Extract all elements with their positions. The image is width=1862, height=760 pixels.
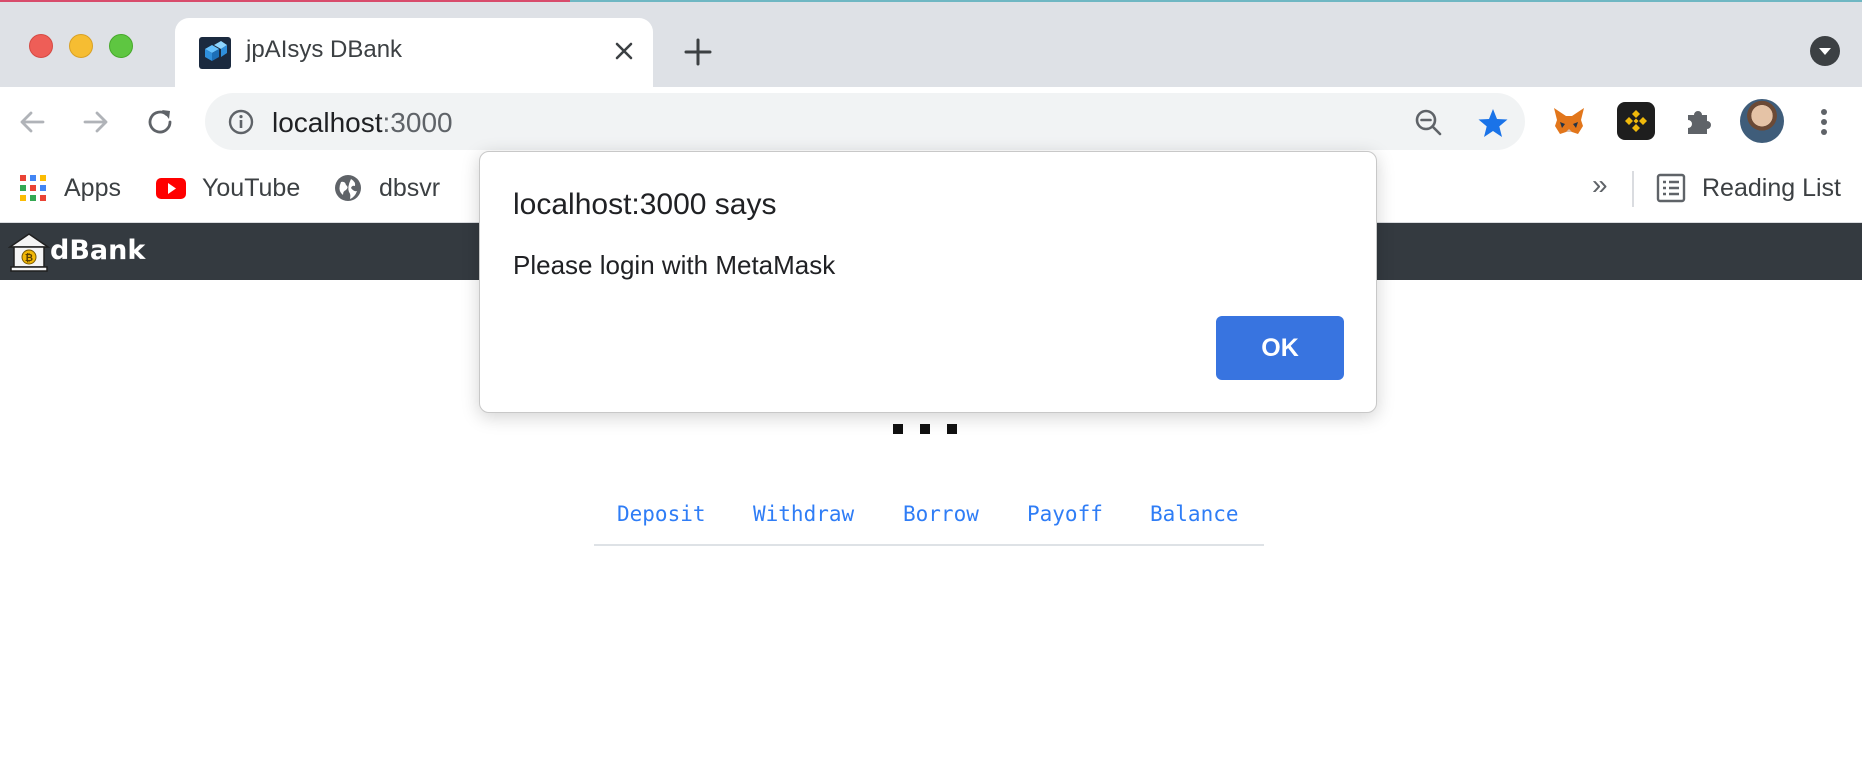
bookmark-label: YouTube — [202, 173, 301, 202]
chevron-down-icon — [1819, 48, 1831, 55]
bookmark-youtube[interactable]: YouTube — [156, 171, 300, 205]
bookmarks-overflow-button[interactable]: » — [1592, 169, 1608, 201]
address-bar[interactable]: localhost:3000 — [205, 93, 1525, 150]
kebab-menu-icon[interactable] — [1812, 103, 1836, 141]
metamask-fox-icon[interactable] — [1550, 102, 1588, 140]
puzzle-extensions-icon[interactable] — [1680, 102, 1718, 140]
dialog-title: localhost:3000 says — [513, 188, 777, 221]
svg-text:₿: ₿ — [25, 252, 33, 264]
tab-borrow[interactable]: Borrow — [903, 502, 979, 526]
tab-payoff[interactable]: Payoff — [1027, 502, 1103, 526]
window-close-button[interactable] — [29, 34, 53, 58]
url-port: :3000 — [382, 107, 453, 138]
back-arrow-icon[interactable] — [13, 103, 51, 141]
bank-logo-icon: ₿ — [8, 233, 50, 272]
reading-list-label: Reading List — [1702, 173, 1841, 202]
action-tabs: Deposit Withdraw Borrow Payoff Balance — [594, 494, 1264, 546]
url-host: localhost — [272, 107, 383, 138]
window-maximize-button[interactable] — [109, 34, 133, 58]
bookmarks-divider — [1632, 171, 1634, 207]
zoom-out-icon[interactable] — [1412, 106, 1446, 140]
profile-avatar[interactable] — [1740, 99, 1784, 143]
ok-button[interactable]: OK — [1216, 316, 1344, 380]
tab-balance[interactable]: Balance — [1150, 502, 1239, 526]
cube-logo-icon — [199, 37, 231, 69]
close-tab-icon[interactable] — [608, 35, 640, 67]
bookmark-apps[interactable]: Apps — [18, 171, 121, 205]
dialog-message: Please login with MetaMask — [513, 250, 836, 280]
tab-search-button[interactable] — [1810, 36, 1840, 66]
tab-deposit[interactable]: Deposit — [617, 502, 706, 526]
brand-name[interactable]: dBank — [50, 235, 145, 266]
tab-withdraw[interactable]: Withdraw — [753, 502, 854, 526]
browser-toolbar: localhost:3000 — [0, 87, 1862, 157]
apps-grid-icon — [20, 175, 46, 201]
url-text[interactable]: localhost:3000 — [272, 107, 453, 139]
globe-icon — [335, 175, 361, 201]
bookmark-star-icon[interactable] — [1475, 105, 1511, 141]
bookmark-label: Apps — [64, 173, 121, 202]
bookmark-label: dbsvr — [379, 173, 441, 202]
loading-dots — [893, 424, 957, 434]
window-minimize-button[interactable] — [69, 34, 93, 58]
bookmark-dbsvr[interactable]: dbsvr — [333, 171, 440, 205]
new-tab-icon[interactable] — [680, 34, 716, 70]
tab-title: jpAIsys DBank — [246, 36, 403, 63]
alert-dialog: localhost:3000 says Please login with Me… — [479, 151, 1377, 413]
tab-strip: jpAIsys DBank — [0, 0, 1862, 87]
active-tab[interactable]: jpAIsys DBank — [175, 18, 653, 87]
info-icon[interactable] — [226, 107, 256, 137]
forward-arrow-icon[interactable] — [77, 103, 115, 141]
youtube-icon — [156, 178, 186, 199]
loading-bar — [0, 0, 1862, 2]
reading-list-icon — [1656, 173, 1686, 203]
binance-icon[interactable] — [1617, 102, 1655, 140]
reload-icon[interactable] — [141, 103, 179, 141]
reading-list-button[interactable]: Reading List — [1656, 171, 1841, 205]
